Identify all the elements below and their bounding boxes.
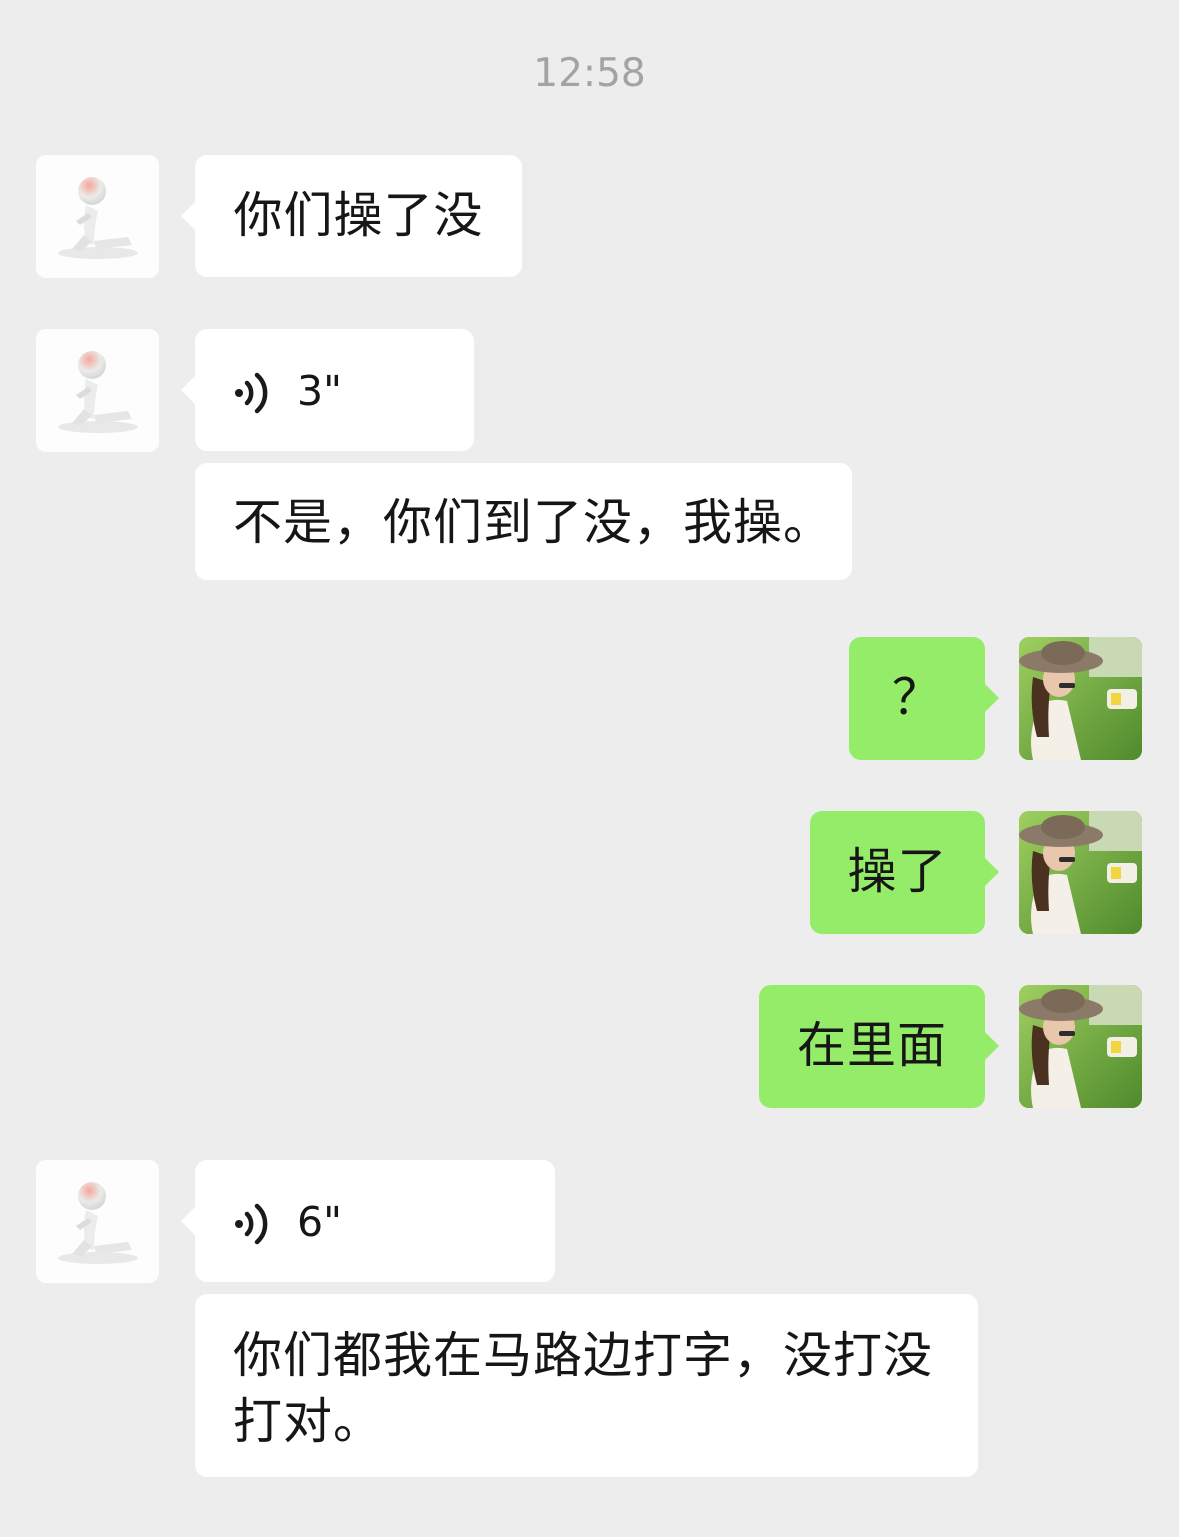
my-avatar[interactable] — [1019, 637, 1142, 760]
voice-duration: 3" — [297, 367, 342, 415]
voice-duration: 6" — [297, 1198, 342, 1246]
bubble-tail — [181, 201, 196, 231]
message-bubble-sent[interactable]: 在里面 — [759, 985, 999, 1108]
bubble-tail — [181, 375, 196, 405]
message-text: ？ — [891, 669, 942, 726]
chat-timestamp: 12:58 — [533, 51, 646, 96]
figure-avatar — [58, 351, 138, 433]
message-bubble-sent[interactable]: 操了 — [810, 811, 999, 934]
voice-wave-icon — [235, 1203, 268, 1245]
my-avatar[interactable] — [1019, 985, 1142, 1108]
bubble-tail — [984, 683, 999, 713]
figure-avatar — [58, 177, 138, 259]
message-bubble-received[interactable]: 你们都我在马路边打字，没打没打对。 — [195, 1294, 978, 1477]
contact-avatar[interactable] — [36, 329, 159, 452]
message-text: 不是，你们到了没，我操。 — [233, 494, 834, 551]
voice-message-bubble[interactable]: 3" — [181, 329, 474, 451]
photo-avatar — [1019, 811, 1142, 934]
message-text: 你们操了没 — [233, 187, 484, 244]
contact-avatar[interactable] — [36, 155, 159, 278]
message-bubble-received[interactable]: 不是，你们到了没，我操。 — [195, 463, 852, 580]
figure-avatar — [58, 1182, 138, 1264]
voice-wave-icon — [235, 372, 268, 414]
bubble-tail — [984, 857, 999, 887]
message-text: 在里面 — [796, 1017, 947, 1074]
message-bubble-received[interactable]: 你们操了没 — [181, 155, 522, 277]
bubble-tail — [181, 1206, 196, 1236]
photo-avatar — [1019, 985, 1142, 1108]
message-text: 你们都我在马路边打字，没打没打对。 — [233, 1327, 934, 1450]
message-text: 操了 — [847, 843, 948, 900]
my-avatar[interactable] — [1019, 811, 1142, 934]
photo-avatar — [1019, 637, 1142, 760]
voice-message-bubble[interactable]: 6" — [181, 1160, 555, 1282]
contact-avatar[interactable] — [36, 1160, 159, 1283]
message-bubble-sent[interactable]: ？ — [849, 637, 999, 760]
bubble-tail — [984, 1031, 999, 1061]
